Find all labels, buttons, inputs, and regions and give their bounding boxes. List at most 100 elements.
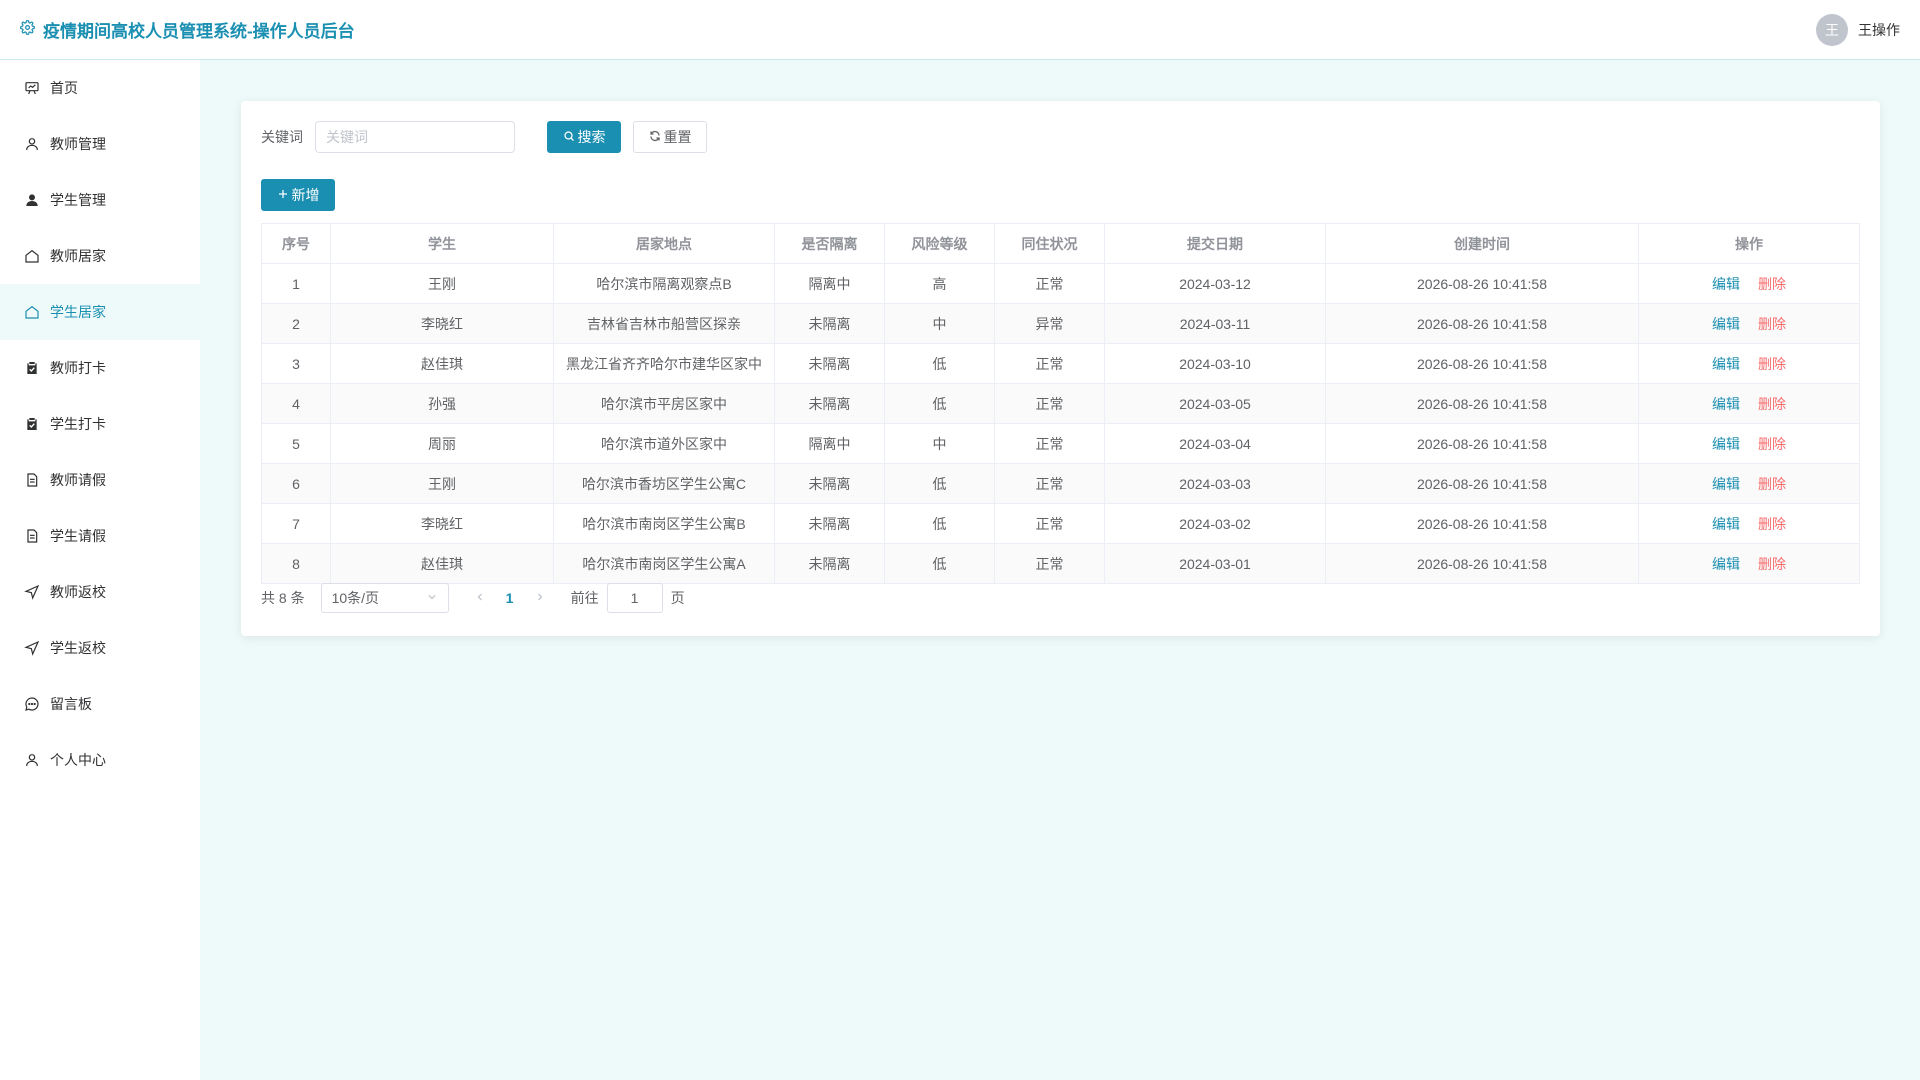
column-header: 居家地点 [553,223,775,264]
user-menu[interactable]: 王 王操作 [1816,13,1900,46]
table-cell: 未隔离 [774,463,885,504]
table-row: 4 孙强 哈尔滨市平房区家中 未隔离低正常 2024-03-05 2026-08-26 1… [261,383,1860,424]
table-cell: 赵佳琪 [330,543,554,584]
table-cell: 隔离中 [774,423,885,464]
table-cell: 1 [261,263,331,304]
table-cell: 2024-03-03 [1104,463,1326,504]
table-cell: 6 [261,463,331,504]
next-page-button[interactable] [525,590,555,606]
page-suffix: 页 [670,590,685,606]
document-icon [24,472,40,488]
table-cell: 4 [261,383,331,424]
sidebar-item-label: 学生管理 [50,192,106,208]
avatar[interactable]: 王 [1816,13,1848,46]
edit-link[interactable]: 编辑 [1712,316,1740,332]
table-row: 5 周丽 哈尔滨市道外区家中 隔离中中正常 2024-03-04 2026-08-26 1… [261,423,1860,464]
table-row: 7 李晓红 哈尔滨市南岗区学生公寓B 未隔离低正常 2024-03-02 2026-08-… [261,503,1860,544]
table-cell-actions: 编辑 删除 [1638,543,1860,584]
edit-link[interactable]: 编辑 [1712,476,1740,492]
sidebar-item[interactable]: 学生管理 [0,172,200,228]
table-cell: 吉林省吉林市船营区探亲 [553,303,775,344]
table-cell: 2024-03-12 [1104,263,1326,304]
document-icon [24,528,40,544]
keyword-input[interactable] [315,121,515,153]
table-cell: 正常 [994,343,1105,384]
table-cell-actions: 编辑 删除 [1638,343,1860,384]
table-cell: 低 [884,463,995,504]
edit-link[interactable]: 编辑 [1712,396,1740,412]
prev-page-button[interactable] [465,590,495,606]
table-cell: 未隔离 [774,543,885,584]
table-cell: 2024-03-02 [1104,503,1326,544]
edit-link[interactable]: 编辑 [1712,556,1740,572]
page-number[interactable]: 1 [495,590,525,606]
clipboard-check-icon [24,360,40,376]
sidebar-item-label: 教师居家 [50,248,106,264]
plus-icon [277,187,289,203]
page-size-select[interactable]: 10条/页 [320,583,449,613]
chevron-right-icon [534,590,546,606]
delete-link[interactable]: 删除 [1758,476,1786,492]
user-filled-icon [24,192,40,208]
table-cell: 低 [884,543,995,584]
edit-link[interactable]: 编辑 [1712,516,1740,532]
send-icon [24,584,40,600]
delete-link[interactable]: 删除 [1758,516,1786,532]
edit-link[interactable]: 编辑 [1712,436,1740,452]
sidebar-item[interactable]: 首页 [0,60,200,116]
table-cell-actions: 编辑 删除 [1638,383,1860,424]
sidebar-item[interactable]: 学生打卡 [0,396,200,452]
edit-link[interactable]: 编辑 [1712,276,1740,292]
sidebar-item[interactable]: 学生返校 [0,620,200,676]
table-cell: 2026-08-26 10:41:58 [1325,263,1639,304]
table-cell: 哈尔滨市道外区家中 [553,423,775,464]
table-cell: 2026-08-26 10:41:58 [1325,303,1639,344]
table-cell: 未隔离 [774,383,885,424]
chevron-down-icon [426,590,438,606]
column-header: 创建时间 [1325,223,1639,264]
table-cell: 2026-08-26 10:41:58 [1325,343,1639,384]
table-cell: 未隔离 [774,303,885,344]
edit-link[interactable]: 编辑 [1712,356,1740,372]
table-cell: 哈尔滨市南岗区学生公寓A [553,543,775,584]
delete-link[interactable]: 删除 [1758,396,1786,412]
sidebar-item[interactable]: 学生请假 [0,508,200,564]
total-count: 共 8 条 [261,590,305,606]
delete-link[interactable]: 删除 [1758,316,1786,332]
table-row: 6 王刚 哈尔滨市香坊区学生公寓C 未隔离低正常 2024-03-03 2026-08-2… [261,463,1860,504]
table-cell: 哈尔滨市隔离观察点B [553,263,775,304]
delete-link[interactable]: 删除 [1758,276,1786,292]
delete-link[interactable]: 删除 [1758,436,1786,452]
table-row: 8 赵佳琪 哈尔滨市南岗区学生公寓A 未隔离低正常 2024-03-01 2026-08-… [261,543,1860,584]
goto-label: 前往 [570,590,599,606]
sidebar-item[interactable]: 学生居家 [0,284,200,340]
column-header: 学生 [330,223,554,264]
table-cell: 隔离中 [774,263,885,304]
column-header: 操作 [1638,223,1860,264]
add-button[interactable]: 新增 [261,179,335,211]
search-button-label: 搜索 [577,129,606,145]
table-cell: 正常 [994,263,1105,304]
table-cell: 7 [261,503,331,544]
reset-button[interactable]: 重置 [633,121,707,153]
sidebar-item[interactable]: 教师请假 [0,452,200,508]
table-cell: 2026-08-26 10:41:58 [1325,503,1639,544]
reset-button-label: 重置 [663,129,692,145]
sidebar-item[interactable]: 个人中心 [0,732,200,788]
delete-link[interactable]: 删除 [1758,356,1786,372]
table-cell: 2 [261,303,331,344]
goto-page-input[interactable] [606,583,663,613]
sidebar-item[interactable]: 教师返校 [0,564,200,620]
house-icon [24,248,40,264]
sidebar-item[interactable]: 留言板 [0,676,200,732]
sidebar-item[interactable]: 教师居家 [0,228,200,284]
search-button[interactable]: 搜索 [547,121,621,153]
keyword-label: 关键词 [261,129,303,145]
username[interactable]: 王操作 [1858,20,1900,40]
search-icon [563,129,575,145]
table-cell: 王刚 [330,463,554,504]
sidebar-item[interactable]: 教师管理 [0,116,200,172]
delete-link[interactable]: 删除 [1758,556,1786,572]
table-cell: 2024-03-10 [1104,343,1326,384]
sidebar-item[interactable]: 教师打卡 [0,340,200,396]
